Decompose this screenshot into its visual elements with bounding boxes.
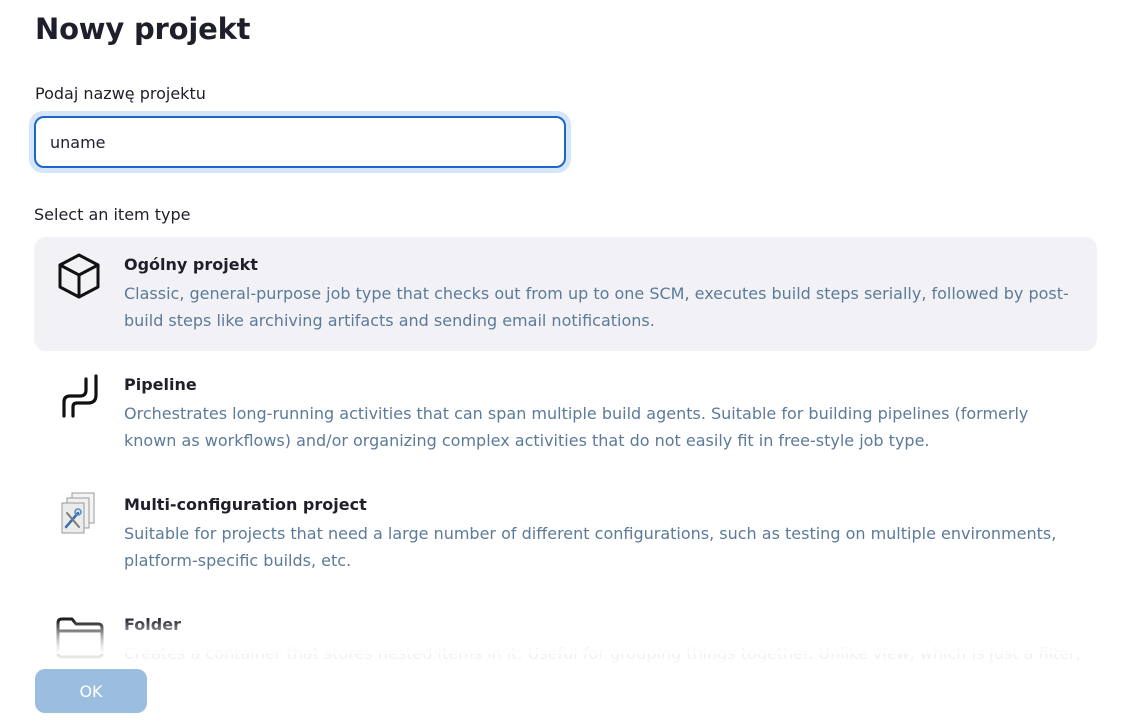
multi-config-icon [61, 492, 95, 534]
project-name-input[interactable] [34, 116, 566, 168]
item-type-description: Classic, general-purpose job type that c… [124, 284, 1069, 330]
item-type-freestyle[interactable]: Ogólny projekt Classic, general-purpose … [34, 237, 1097, 351]
item-type-name: Multi-configuration project [124, 495, 367, 514]
bottom-action-bar: OK [0, 650, 1143, 724]
item-type-label: Select an item type [34, 205, 191, 224]
item-type-multi-configuration[interactable]: Multi-configuration project Suitable for… [34, 477, 1097, 591]
project-name-focus-ring [29, 111, 571, 173]
package-box-icon [58, 253, 100, 299]
pipeline-icon [62, 374, 98, 418]
project-name-label: Podaj nazwę projektu [35, 84, 206, 103]
item-type-description: Suitable for projects that need a large … [124, 524, 1057, 570]
item-type-list: Ogólny projekt Classic, general-purpose … [34, 237, 1097, 717]
page-title: Nowy projekt [35, 12, 251, 46]
item-type-description: Orchestrates long-running activities tha… [124, 404, 1029, 450]
item-type-name: Folder [124, 615, 181, 634]
item-type-name: Ogólny projekt [124, 255, 258, 274]
new-item-page: Nowy projekt Podaj nazwę projektu Select… [0, 0, 1143, 724]
item-type-name: Pipeline [124, 375, 197, 394]
ok-button[interactable]: OK [35, 669, 147, 713]
item-type-pipeline[interactable]: Pipeline Orchestrates long-running activ… [34, 357, 1097, 471]
